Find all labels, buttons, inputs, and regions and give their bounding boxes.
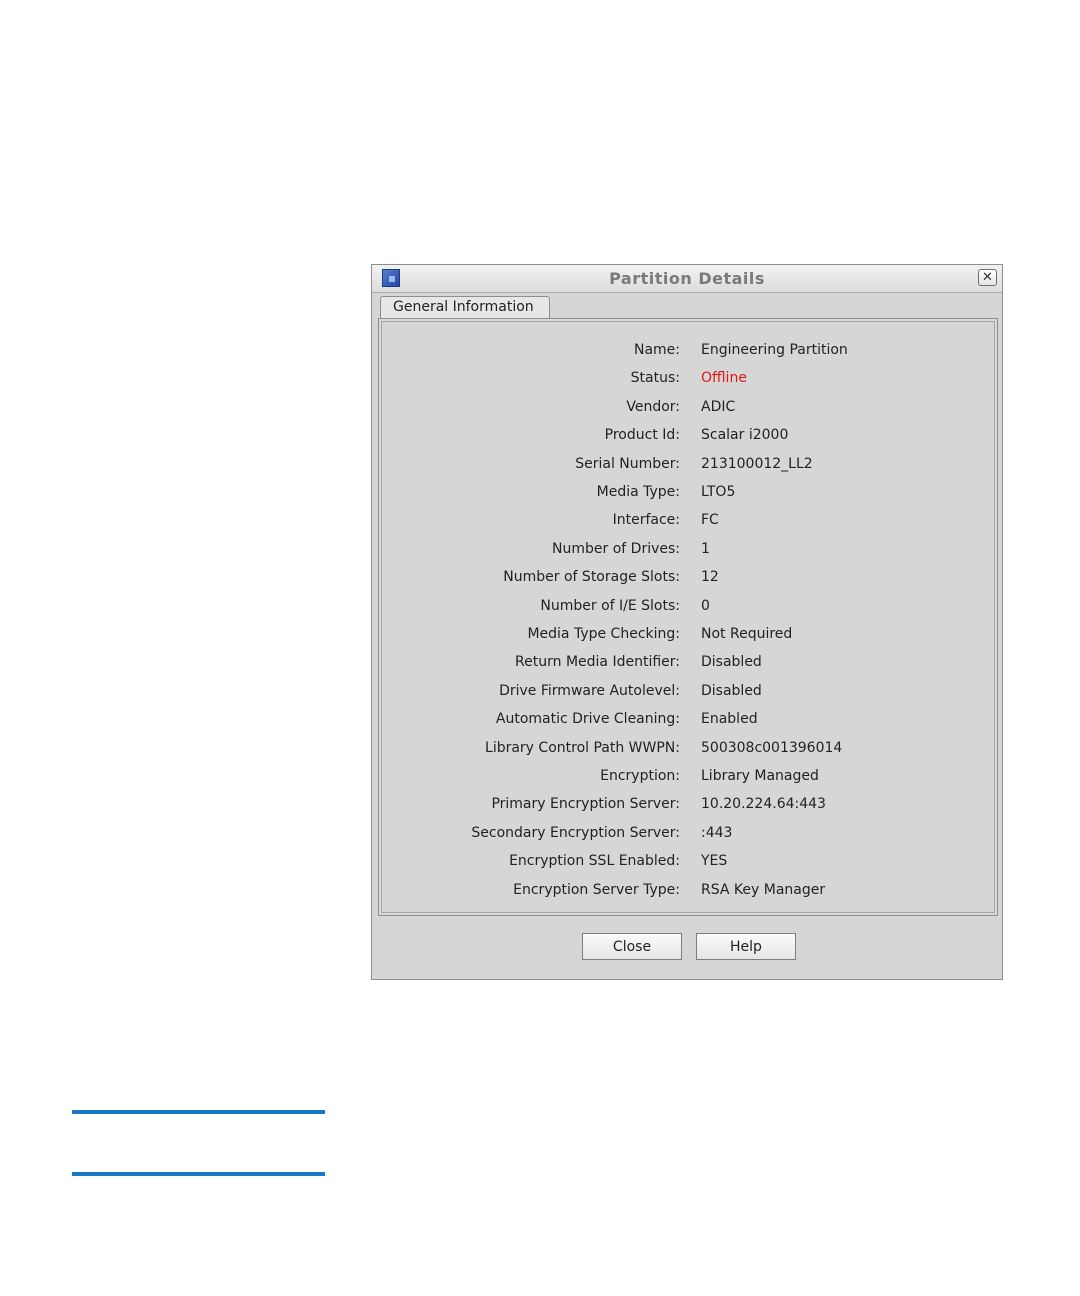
status-value: Offline — [701, 370, 747, 386]
detail-row-vendor: Vendor: ADIC — [382, 399, 994, 423]
detail-label: Interface: — [612, 512, 680, 528]
detail-row-media-type: Media Type: LTO5 — [382, 484, 994, 508]
detail-row-product-id: Product Id: Scalar i2000 — [382, 427, 994, 451]
detail-row-encryption-server-type: Encryption Server Type: RSA Key Manager — [382, 882, 994, 906]
detail-value: Library Managed — [701, 768, 819, 784]
detail-row-status: Status: Offline — [382, 370, 994, 394]
detail-value: Engineering Partition — [701, 342, 848, 358]
section-rule-bottom — [72, 1172, 325, 1176]
details-list: Name: Engineering Partition Status: Offl… — [381, 321, 995, 913]
detail-label: Status: — [630, 370, 680, 386]
detail-value: Disabled — [701, 683, 762, 699]
detail-label: Number of Storage Slots: — [503, 569, 680, 585]
detail-value: 500308c001396014 — [701, 740, 843, 756]
detail-label: Product Id: — [604, 427, 680, 443]
detail-label: Return Media Identifier: — [515, 654, 680, 670]
detail-row-encryption: Encryption: Library Managed — [382, 768, 994, 792]
detail-row-number-of-drives: Number of Drives: 1 — [382, 541, 994, 565]
dialog-titlebar[interactable]: Partition Details ✕ — [372, 265, 1002, 293]
detail-row-encryption-ssl-enabled: Encryption SSL Enabled: YES — [382, 853, 994, 877]
detail-label: Library Control Path WWPN: — [485, 740, 680, 756]
detail-value: :443 — [701, 825, 733, 841]
detail-row-interface: Interface: FC — [382, 512, 994, 536]
detail-value: 10.20.224.64:443 — [701, 796, 826, 812]
detail-label: Drive Firmware Autolevel: — [499, 683, 680, 699]
general-information-panel: Name: Engineering Partition Status: Offl… — [378, 318, 998, 916]
detail-label: Name: — [633, 342, 680, 358]
detail-label: Number of I/E Slots: — [540, 598, 680, 614]
detail-value: YES — [701, 853, 728, 869]
detail-row-number-of-ie-slots: Number of I/E Slots: 0 — [382, 598, 994, 622]
detail-row-media-type-checking: Media Type Checking: Not Required — [382, 626, 994, 650]
detail-row-return-media-identifier: Return Media Identifier: Disabled — [382, 654, 994, 678]
detail-value: 213100012_LL2 — [701, 456, 813, 472]
detail-row-secondary-encryption-server: Secondary Encryption Server: :443 — [382, 825, 994, 849]
close-button[interactable]: Close — [582, 933, 682, 960]
dialog-button-bar: Close Help — [378, 921, 996, 975]
detail-value: Enabled — [701, 711, 758, 727]
detail-row-library-control-path-wwpn: Library Control Path WWPN: 500308c001396… — [382, 740, 994, 764]
detail-value: LTO5 — [701, 484, 736, 500]
detail-label: Automatic Drive Cleaning: — [495, 711, 680, 727]
detail-value: FC — [701, 512, 719, 528]
detail-label: Encryption: — [600, 768, 680, 784]
dialog-title: Partition Details — [609, 269, 765, 288]
detail-value: RSA Key Manager — [701, 882, 826, 898]
help-button[interactable]: Help — [696, 933, 796, 960]
close-icon[interactable]: ✕ — [978, 269, 997, 286]
partition-details-dialog: Partition Details ✕ General Information … — [371, 264, 1003, 980]
detail-row-name: Name: Engineering Partition — [382, 342, 994, 366]
detail-row-number-of-storage-slots: Number of Storage Slots: 12 — [382, 569, 994, 593]
detail-label: Media Type: — [596, 484, 680, 500]
detail-label: Encryption SSL Enabled: — [509, 853, 680, 869]
detail-label: Primary Encryption Server: — [491, 796, 680, 812]
detail-value: 1 — [701, 541, 710, 557]
detail-label: Secondary Encryption Server: — [471, 825, 680, 841]
detail-row-automatic-drive-cleaning: Automatic Drive Cleaning: Enabled — [382, 711, 994, 735]
detail-value: 12 — [701, 569, 719, 585]
detail-label: Number of Drives: — [552, 541, 680, 557]
detail-row-serial-number: Serial Number: 213100012_LL2 — [382, 456, 994, 480]
detail-value: Scalar i2000 — [701, 427, 789, 443]
detail-label: Encryption Server Type: — [513, 882, 680, 898]
detail-label: Serial Number: — [575, 456, 680, 472]
detail-value: Disabled — [701, 654, 762, 670]
detail-label: Media Type Checking: — [527, 626, 680, 642]
section-rule-top — [72, 1110, 325, 1114]
detail-value: ADIC — [701, 399, 736, 415]
detail-value: Not Required — [701, 626, 793, 642]
tab-general-information[interactable]: General Information — [380, 296, 550, 318]
detail-label: Vendor: — [626, 399, 680, 415]
detail-row-drive-firmware-autolevel: Drive Firmware Autolevel: Disabled — [382, 683, 994, 707]
detail-value: 0 — [701, 598, 710, 614]
detail-row-primary-encryption-server: Primary Encryption Server: 10.20.224.64:… — [382, 796, 994, 820]
